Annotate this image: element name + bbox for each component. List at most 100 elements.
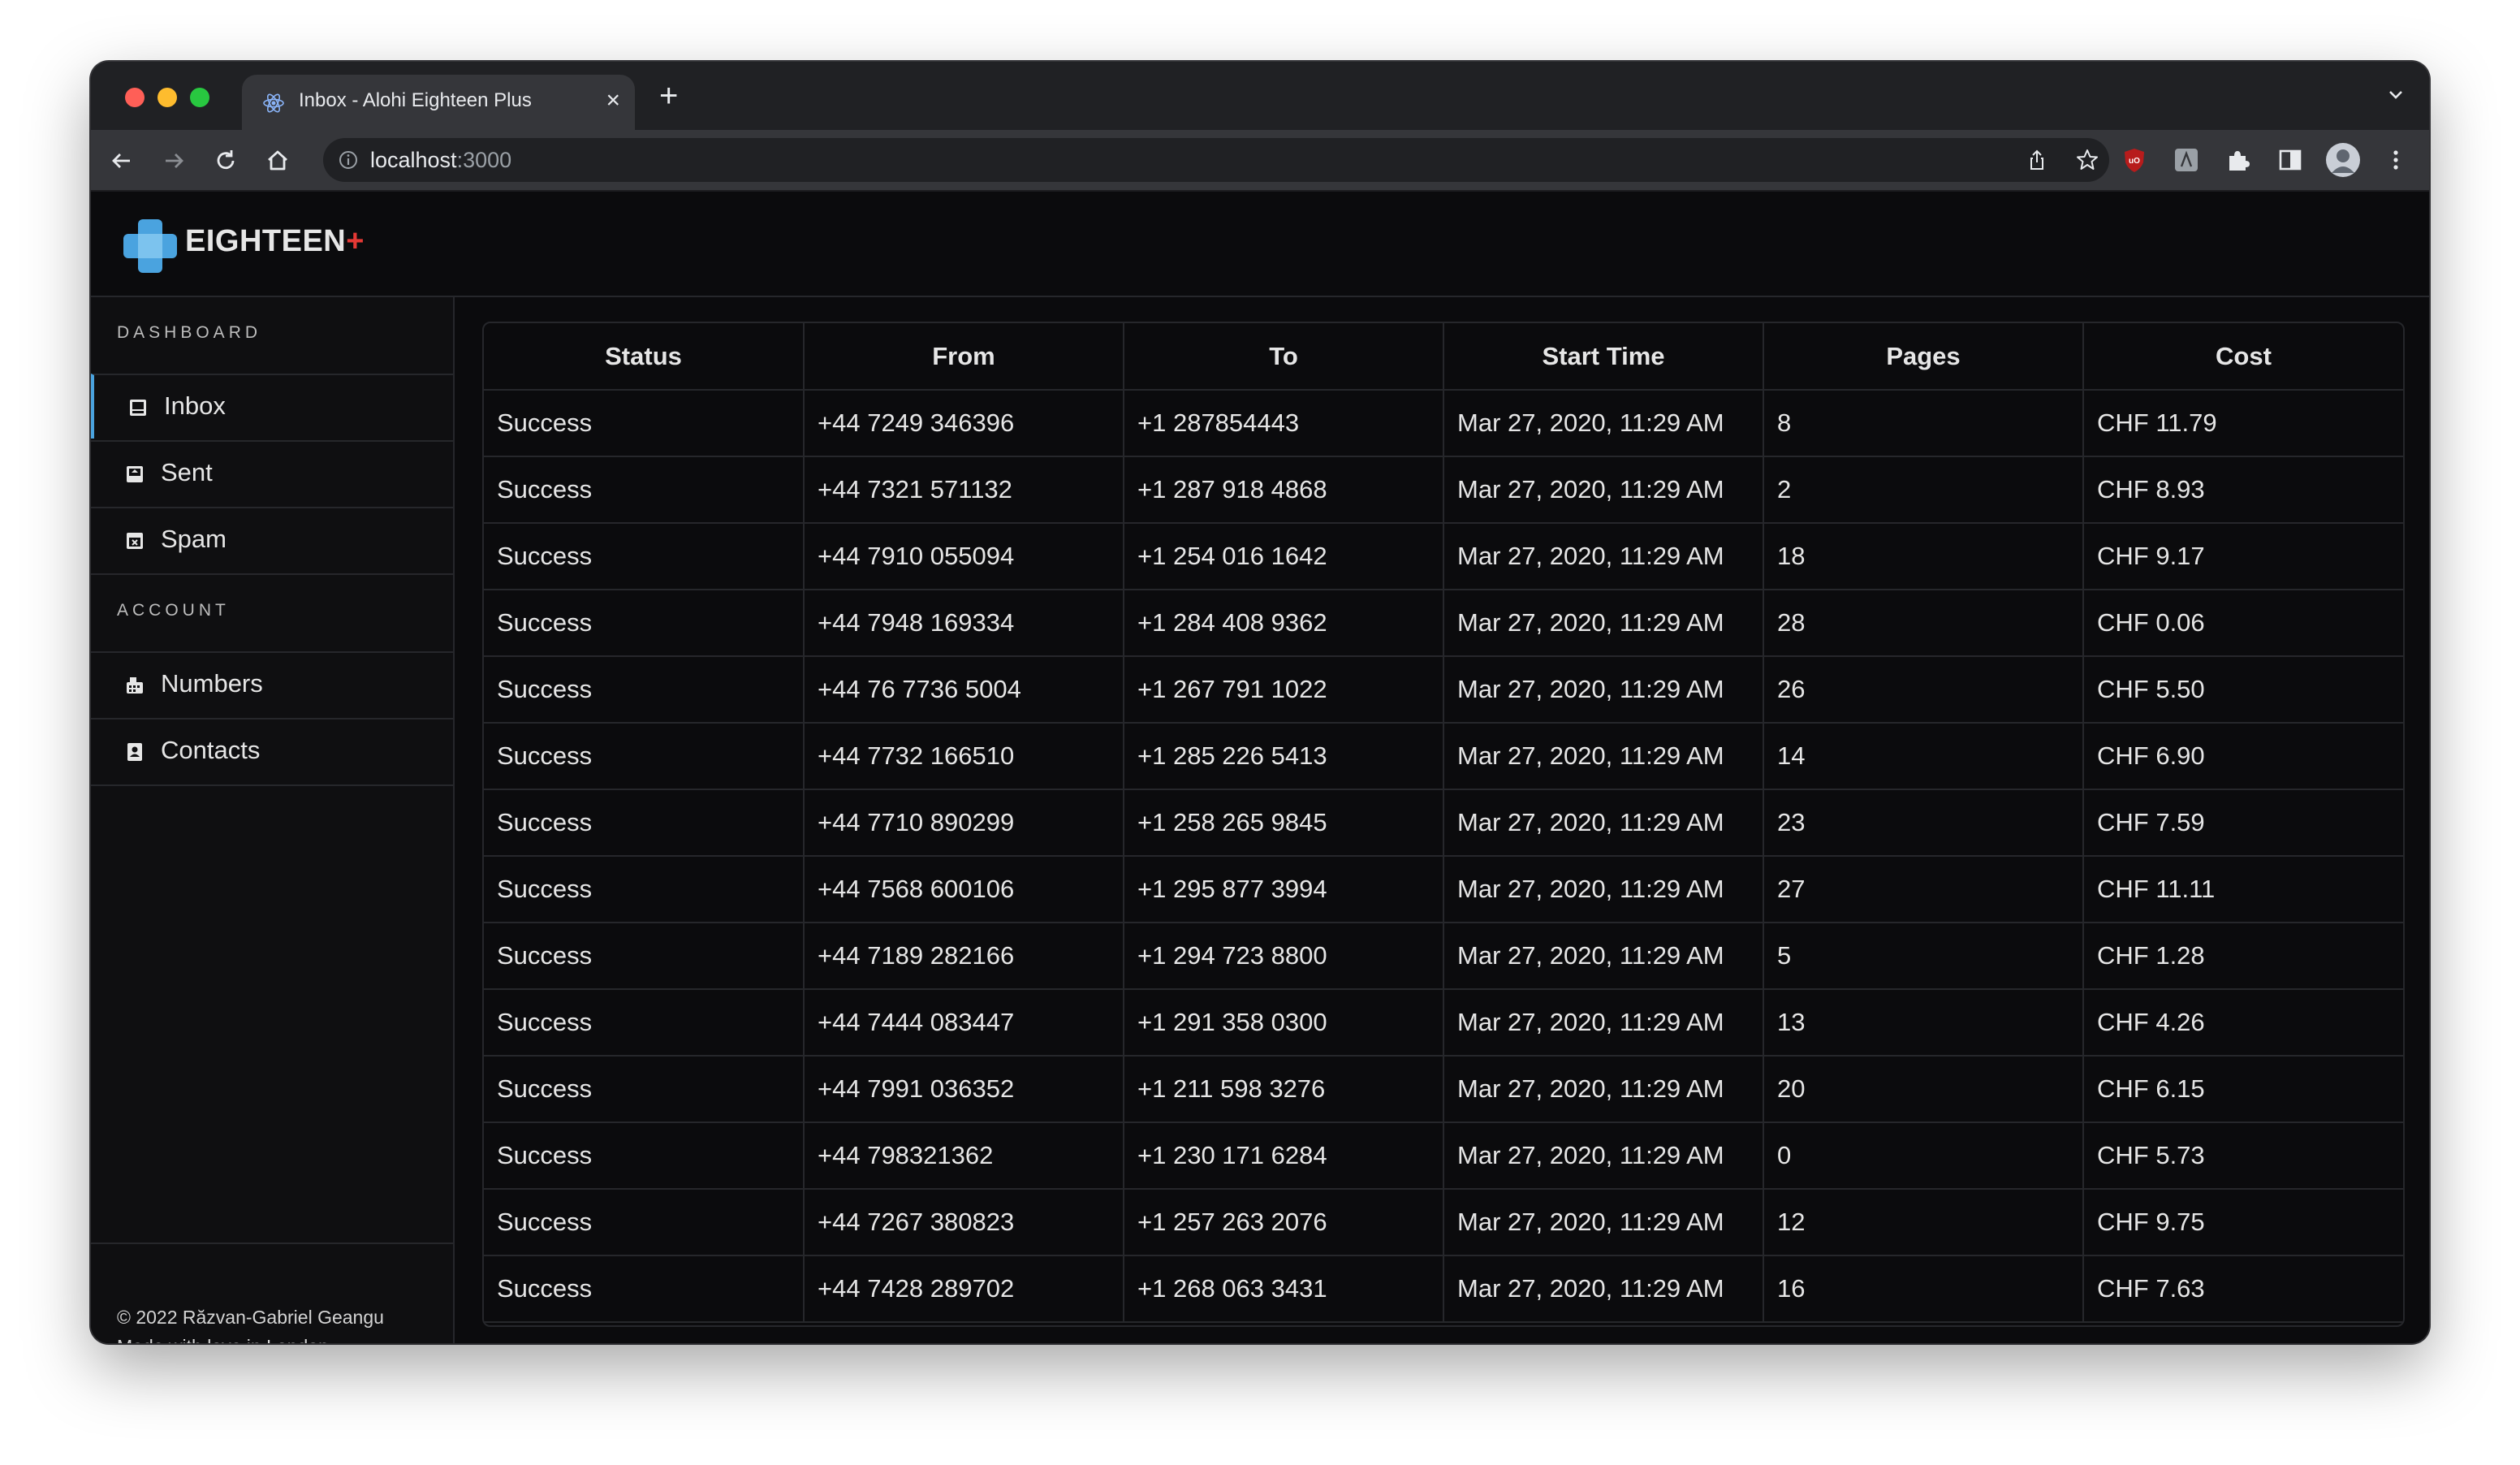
url-port: :3000 [456, 148, 512, 172]
from-cell: +44 7444 083447 [803, 988, 1124, 1057]
tab-title: Inbox - Alohi Eighteen Plus [299, 89, 532, 111]
table-row[interactable]: Success +44 7710 890299 +1 258 265 9845 Mar… [484, 789, 2403, 857]
pages-cell: 0 [1763, 1121, 2084, 1190]
status-cell: Success [484, 789, 805, 857]
status-cell: Success [484, 722, 805, 790]
eighteen-logo-icon[interactable] [122, 218, 179, 274]
pages-cell: 12 [1763, 1188, 2084, 1256]
column-header-start-time[interactable]: Start Time [1443, 323, 1764, 391]
cost-cell: CHF 11.79 [2082, 389, 2403, 457]
spam-icon [127, 533, 143, 549]
react-favicon-icon [263, 93, 284, 113]
new-tab-button[interactable]: + [659, 80, 678, 112]
forward-arrow-icon[interactable] [158, 145, 190, 177]
extensions-puzzle-icon[interactable] [2223, 145, 2254, 175]
to-cell: +1 291 358 0300 [1123, 988, 1444, 1057]
start-time-cell: Mar 27, 2020, 11:29 AM [1443, 855, 1764, 923]
ublock-extension-icon[interactable]: uO [2119, 145, 2150, 175]
pages-cell: 26 [1763, 655, 2084, 724]
start-time-cell: Mar 27, 2020, 11:29 AM [1443, 1121, 1764, 1190]
translate-extension-icon[interactable] [2171, 145, 2202, 175]
cost-cell: CHF 5.50 [2082, 655, 2403, 724]
sidebar: DASHBOARD Inbox Sent Spam ACCOUNT Number… [91, 297, 455, 1343]
cost-cell: CHF 0.06 [2082, 589, 2403, 657]
pages-cell: 27 [1763, 855, 2084, 923]
account-section-label: ACCOUNT [117, 601, 230, 620]
to-cell: +1 287854443 [1123, 389, 1444, 457]
cost-cell: CHF 8.93 [2082, 456, 2403, 524]
sidebar-item-numbers[interactable]: Numbers [91, 651, 453, 716]
table-row[interactable]: Success +44 7948 169334 +1 284 408 9362 Mar… [484, 589, 2403, 657]
table-row[interactable]: Success +44 7189 282166 +1 294 723 8800 Mar… [484, 922, 2403, 990]
table-row[interactable]: Success +44 7444 083447 +1 291 358 0300 Mar… [484, 988, 2403, 1057]
column-header-status[interactable]: Status [484, 323, 805, 391]
close-window-button[interactable] [125, 88, 145, 107]
from-cell: +44 7267 380823 [803, 1188, 1124, 1256]
start-time-cell: Mar 27, 2020, 11:29 AM [1443, 522, 1764, 590]
share-icon[interactable] [2025, 148, 2049, 172]
status-cell: Success [484, 522, 805, 590]
table-row[interactable]: Success +44 7910 055094 +1 254 016 1642 Mar… [484, 522, 2403, 590]
sidebar-item-label: Numbers [161, 669, 263, 698]
app-content: EIGHTEEN+ DASHBOARD Inbox Sent Spam ACCO… [91, 192, 2429, 1343]
table-row[interactable]: Success +44 76 7736 5004 +1 267 791 1022 Ma… [484, 655, 2403, 724]
address-bar[interactable]: localhost:3000 [323, 138, 2109, 182]
column-header-cost[interactable]: Cost [2082, 323, 2403, 391]
brand-name[interactable]: EIGHTEEN+ [185, 224, 365, 259]
table-row[interactable]: Success +44 7267 380823 +1 257 263 2076 Mar… [484, 1188, 2403, 1256]
tab-search-chevron-icon[interactable] [2384, 83, 2408, 107]
to-cell: +1 267 791 1022 [1123, 655, 1444, 724]
pages-cell: 23 [1763, 789, 2084, 857]
start-time-cell: Mar 27, 2020, 11:29 AM [1443, 1188, 1764, 1256]
sent-icon [127, 466, 143, 482]
status-cell: Success [484, 1055, 805, 1123]
site-info-icon[interactable] [338, 149, 359, 171]
pages-cell: 16 [1763, 1255, 2084, 1323]
cost-cell: CHF 7.59 [2082, 789, 2403, 857]
table-row[interactable]: Success +44 7428 289702 +1 268 063 3431 Mar… [484, 1255, 2403, 1323]
table-row[interactable]: Success +44 7321 571132 +1 287 918 4868 Mar… [484, 456, 2403, 524]
to-cell: +1 284 408 9362 [1123, 589, 1444, 657]
cost-cell: CHF 9.17 [2082, 522, 2403, 590]
pages-cell: 18 [1763, 522, 2084, 590]
cost-cell: CHF 7.63 [2082, 1255, 2403, 1323]
cost-cell: CHF 9.75 [2082, 1188, 2403, 1256]
side-panel-icon[interactable] [2275, 145, 2306, 175]
pages-cell: 5 [1763, 922, 2084, 990]
sidebar-item-spam[interactable]: Spam [91, 507, 453, 572]
sidebar-footer: © 2022 Răzvan-Gabriel Geangu Made with l… [117, 1303, 384, 1343]
sidebar-item-label: Sent [161, 458, 213, 486]
made-with-love-text: Made with love in London [117, 1332, 384, 1343]
profile-avatar[interactable] [2325, 142, 2361, 178]
column-header-pages[interactable]: Pages [1763, 323, 2084, 391]
cost-cell: CHF 5.73 [2082, 1121, 2403, 1190]
browser-menu-kebab-icon[interactable] [2380, 145, 2411, 175]
sidebar-item-inbox[interactable]: Inbox [91, 374, 453, 439]
column-header-to[interactable]: To [1123, 323, 1444, 391]
inbox-table: Status From To Start Time Pages Cost Suc… [484, 323, 2403, 1323]
table-row[interactable]: Success +44 7991 036352 +1 211 598 3276 Mar… [484, 1055, 2403, 1123]
browser-tab[interactable]: Inbox - Alohi Eighteen Plus × [242, 75, 635, 130]
pages-cell: 2 [1763, 456, 2084, 524]
status-cell: Success [484, 1255, 805, 1323]
home-icon[interactable] [261, 145, 294, 177]
tab-close-icon[interactable]: × [606, 86, 620, 115]
to-cell: +1 295 877 3994 [1123, 855, 1444, 923]
back-arrow-icon[interactable] [106, 145, 138, 177]
sidebar-item-sent[interactable]: Sent [91, 440, 453, 505]
copyright-text: © 2022 Răzvan-Gabriel Geangu [117, 1307, 384, 1328]
table-row[interactable]: Success +44 7732 166510 +1 285 226 5413 Mar… [484, 722, 2403, 790]
table-row[interactable]: Success +44 798321362 +1 230 171 6284 Mar 2… [484, 1121, 2403, 1190]
from-cell: +44 7428 289702 [803, 1255, 1124, 1323]
start-time-cell: Mar 27, 2020, 11:29 AM [1443, 1255, 1764, 1323]
table-row[interactable]: Success +44 7249 346396 +1 287854443 Mar 27… [484, 389, 2403, 457]
reload-icon[interactable] [209, 145, 242, 177]
bookmark-star-icon[interactable] [2075, 148, 2099, 172]
brand-text: EIGHTEEN [185, 224, 347, 258]
pages-cell: 8 [1763, 389, 2084, 457]
column-header-from[interactable]: From [803, 323, 1124, 391]
maximize-window-button[interactable] [190, 88, 209, 107]
sidebar-item-contacts[interactable]: Contacts [91, 718, 453, 786]
table-row[interactable]: Success +44 7568 600106 +1 295 877 3994 Mar… [484, 855, 2403, 923]
minimize-window-button[interactable] [158, 88, 177, 107]
